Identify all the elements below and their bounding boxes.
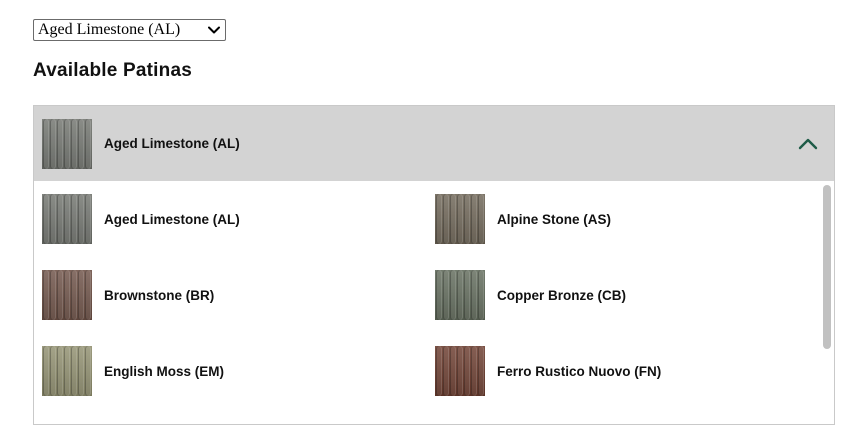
patina-swatch — [435, 346, 485, 396]
swatch-rib — [57, 194, 63, 244]
patina-option-brownstone[interactable]: Brownstone (BR) — [42, 270, 435, 320]
swatch-rib — [471, 194, 477, 244]
swatch-rib — [71, 194, 77, 244]
swatch-rib — [464, 270, 470, 320]
chevron-up-icon[interactable] — [798, 134, 818, 154]
swatch-rib — [78, 194, 84, 244]
swatch-rib — [464, 346, 470, 396]
patina-select[interactable]: Aged Limestone (AL) — [33, 19, 226, 41]
scrollbar-thumb[interactable] — [823, 185, 831, 349]
swatch-rib — [78, 270, 84, 320]
swatch-rib — [85, 270, 91, 320]
swatch-rib — [43, 346, 49, 396]
swatch-rib — [64, 346, 70, 396]
swatch-rib — [43, 118, 49, 169]
patina-label: Alpine Stone (AS) — [497, 211, 611, 227]
swatch-rib — [64, 118, 70, 169]
swatch-rib — [436, 346, 442, 396]
swatch-rib — [50, 194, 56, 244]
swatch-rib — [450, 270, 456, 320]
patina-panel-header[interactable]: Aged Limestone (AL) — [34, 106, 834, 181]
swatch-rib — [85, 346, 91, 396]
patina-label: English Moss (EM) — [104, 363, 225, 379]
patina-label: Aged Limestone (AL) — [104, 211, 240, 227]
swatch-rib — [71, 346, 77, 396]
swatch-rib — [457, 346, 463, 396]
swatch-rib — [450, 194, 456, 244]
swatch-rib — [443, 346, 449, 396]
patina-panel: Aged Limestone (AL) Aged Limestone (AL) … — [33, 105, 835, 425]
patina-option-copper-bronze[interactable]: Copper Bronze (CB) — [435, 270, 812, 320]
patina-swatch — [42, 270, 92, 320]
selected-patina-label: Aged Limestone (AL) — [104, 136, 240, 151]
swatch-rib — [436, 194, 442, 244]
patina-swatch — [42, 194, 92, 244]
patina-grid: Aged Limestone (AL) Alpine Stone (AS) Br… — [42, 194, 812, 396]
swatch-rib — [78, 346, 84, 396]
patina-label: Copper Bronze (CB) — [497, 287, 626, 303]
swatch-rib — [85, 118, 91, 169]
swatch-rib — [478, 346, 484, 396]
swatch-rib — [64, 270, 70, 320]
swatch-rib — [457, 194, 463, 244]
patina-swatch — [435, 270, 485, 320]
patina-select-value: Aged Limestone (AL) — [38, 21, 181, 38]
swatch-rib — [464, 194, 470, 244]
patina-option-ferro-rustico-nuovo[interactable]: Ferro Rustico Nuovo (FN) — [435, 346, 812, 396]
swatch-rib — [50, 346, 56, 396]
swatch-rib — [478, 194, 484, 244]
patina-list: Aged Limestone (AL) Alpine Stone (AS) Br… — [34, 181, 834, 421]
swatch-rib — [57, 270, 63, 320]
swatch-rib — [71, 270, 77, 320]
swatch-rib — [471, 346, 477, 396]
swatch-rib — [85, 194, 91, 244]
chevron-down-icon — [206, 22, 222, 38]
swatch-rib — [64, 194, 70, 244]
swatch-rib — [450, 346, 456, 396]
patina-label: Brownstone (BR) — [104, 287, 215, 303]
swatch-rib — [457, 270, 463, 320]
patina-select-wrapper: Aged Limestone (AL) — [33, 19, 226, 41]
swatch-rib — [478, 270, 484, 320]
swatch-rib — [71, 118, 77, 169]
section-title: Available Patinas — [33, 60, 192, 81]
selected-patina-swatch — [42, 118, 92, 169]
swatch-rib — [443, 270, 449, 320]
patina-swatch — [42, 346, 92, 396]
patina-swatch — [435, 194, 485, 244]
swatch-rib — [436, 270, 442, 320]
patina-option-aged-limestone[interactable]: Aged Limestone (AL) — [42, 194, 435, 244]
patina-option-alpine-stone[interactable]: Alpine Stone (AS) — [435, 194, 812, 244]
swatch-rib — [57, 346, 63, 396]
swatch-rib — [50, 270, 56, 320]
swatch-rib — [443, 194, 449, 244]
swatch-rib — [57, 118, 63, 169]
swatch-rib — [50, 118, 56, 169]
swatch-rib — [471, 270, 477, 320]
swatch-rib — [43, 270, 49, 320]
patina-option-english-moss[interactable]: English Moss (EM) — [42, 346, 435, 396]
swatch-rib — [78, 118, 84, 169]
patina-label: Ferro Rustico Nuovo (FN) — [497, 363, 662, 379]
swatch-rib — [43, 194, 49, 244]
